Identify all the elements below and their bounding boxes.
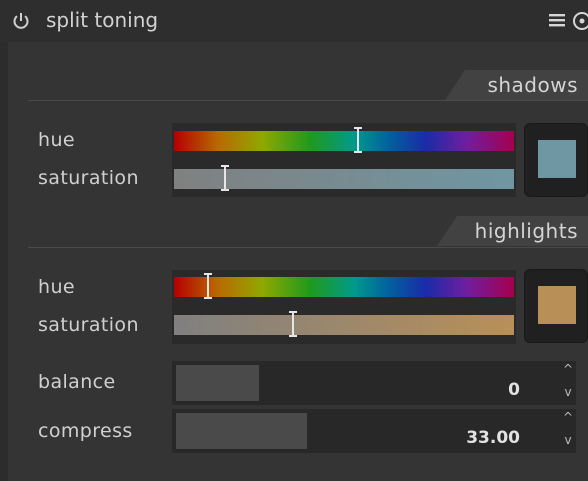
shadows-hue-handle[interactable] [353,127,362,153]
compress-label: compress [38,420,133,442]
panel-left-edge [0,42,8,481]
highlights-saturation-handle[interactable] [289,311,297,337]
highlights-color-picker[interactable] [524,269,588,343]
highlights-section-label: highlights [474,219,578,243]
shadows-divider [28,100,588,101]
hamburger-menu-icon[interactable] [548,11,566,29]
reset-icon[interactable] [571,10,588,32]
balance-slider-fill [176,365,260,401]
compress-increment-icon[interactable]: ^ [560,410,576,424]
highlights-hue-label: hue [38,276,75,298]
balance-value: 0 [508,380,520,400]
balance-label: balance [38,371,116,393]
compress-value: 33.00 [466,428,520,448]
module-title: split toning [46,8,159,32]
balance-increment-icon[interactable]: ^ [560,362,576,376]
shadows-saturation-label: saturation [38,167,139,189]
highlights-saturation-slider[interactable] [174,315,514,335]
power-icon[interactable] [11,11,31,31]
shadows-color-swatch [538,140,576,178]
compress-spinner[interactable]: ^ v [560,409,576,453]
highlights-hue-handle[interactable] [204,273,212,299]
compress-slider-fill [176,413,307,449]
highlights-hue-slider[interactable] [174,277,514,297]
shadows-hue-slider[interactable] [174,131,514,151]
compress-decrement-icon[interactable]: v [560,433,576,447]
shadows-saturation-handle[interactable] [221,165,229,191]
highlights-saturation-label: saturation [38,314,139,336]
shadows-section-tab: shadows [445,70,588,100]
balance-spinner[interactable]: ^ v [560,361,576,405]
compress-slider[interactable]: 33.00 [172,409,576,453]
module-header: split toning [0,0,588,42]
balance-slider[interactable]: 0 [172,361,576,405]
highlights-divider [28,247,588,248]
highlights-color-swatch [538,286,576,324]
shadows-color-picker[interactable] [524,123,588,197]
highlights-section-tab: highlights [437,216,588,246]
shadows-hue-label: hue [38,129,75,151]
balance-decrement-icon[interactable]: v [560,385,576,399]
shadows-section-label: shadows [487,73,578,97]
